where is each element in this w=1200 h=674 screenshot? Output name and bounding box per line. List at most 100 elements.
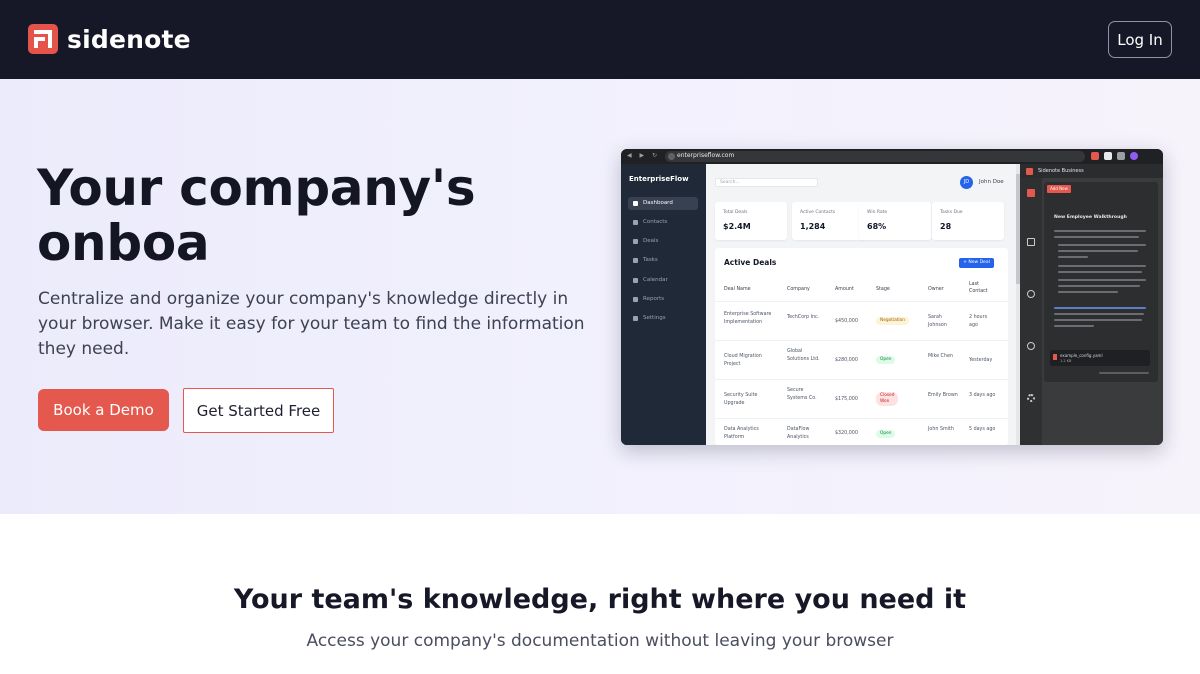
deal-name: Security Suite Upgrade	[724, 393, 758, 406]
deal-last-contact: 3 days ago	[969, 393, 996, 398]
browser-url: enterpriseflow.com	[677, 152, 735, 159]
stat-value: $2.4M	[723, 222, 751, 231]
sidenote-logo-icon	[28, 24, 58, 54]
deal-amount: $175,000	[835, 397, 858, 402]
stage-badge: Negotiation	[876, 317, 909, 325]
browser-nav-arrows-icon: ◀ ▶ ↻	[627, 152, 661, 159]
sidebar-item-tasks: Tasks	[628, 254, 698, 267]
deal-name: Data Analytics Platform	[724, 427, 759, 440]
get-started-button[interactable]: Get Started Free	[183, 388, 334, 433]
profile-icon	[1130, 152, 1138, 160]
stat-value: 68%	[867, 222, 887, 231]
deal-last-contact: Yesterday	[969, 358, 993, 363]
doc-text-line	[1054, 313, 1144, 315]
gear-icon	[1027, 394, 1035, 402]
sidenote-logo-icon	[1026, 168, 1033, 175]
side-panel-title: Sidenote Business	[1038, 168, 1084, 174]
doc-text-line	[1054, 236, 1139, 238]
sidenote-side-panel: Sidenote Business Add New New Employee W…	[1020, 164, 1163, 445]
deal-owner: Mike Chen	[928, 354, 953, 359]
doc-text-line	[1058, 244, 1146, 246]
brand-logo[interactable]: sidenote	[28, 24, 191, 54]
side-panel-icon-bar	[1020, 178, 1042, 445]
new-deal-button: + New Deal	[959, 258, 994, 268]
hero-subtitle: Centralize and organize your company's k…	[38, 289, 585, 359]
doc-text-line	[1054, 307, 1146, 309]
doc-text-line	[1058, 271, 1142, 273]
doc-text-line	[1054, 230, 1146, 232]
attachment-name: example_config.yaml	[1060, 353, 1103, 358]
notes-icon	[1027, 238, 1035, 246]
deal-last-contact: 5 days ago	[969, 427, 996, 432]
stage-badge: Open	[876, 430, 896, 438]
deal-company: DataFlow Analytics	[787, 427, 810, 440]
calendar-icon	[633, 278, 638, 283]
doc-footer-line	[1099, 372, 1149, 374]
extension-icon	[1104, 152, 1112, 160]
side-panel-header: Sidenote Business	[1020, 164, 1163, 178]
side-panel-content: Add New New Employee Walkthrough example…	[1044, 182, 1158, 382]
row-divider	[715, 379, 1008, 380]
stat-label: Total Deals	[723, 210, 748, 215]
user-avatar: JD	[960, 176, 973, 189]
brand-name: sidenote	[67, 24, 191, 54]
sidenote-icon	[1027, 189, 1035, 197]
column-header: Last Contact	[969, 282, 988, 294]
add-new-button: Add New	[1047, 185, 1071, 193]
row-divider	[715, 301, 1008, 302]
browser-toolbar: ◀ ▶ ↻ enterpriseflow.com	[621, 149, 1163, 164]
hero-title: Your company's onboa	[37, 159, 476, 272]
stage-badge: Open	[876, 356, 896, 364]
doc-text-line	[1058, 265, 1146, 267]
column-header: Stage	[876, 287, 890, 292]
doc-text-line	[1054, 319, 1142, 321]
sidenote-extension-icon	[1091, 152, 1099, 160]
attachment-card: example_config.yaml 1.2 KB	[1050, 350, 1150, 366]
stat-value: 28	[940, 222, 952, 231]
deal-amount: $450,000	[835, 319, 858, 324]
doc-heading: New Employee Walkthrough	[1054, 215, 1127, 220]
doc-text-line	[1054, 325, 1094, 327]
deal-company: Secure Systems Co.	[787, 388, 817, 401]
deals-title: Active Deals	[724, 258, 777, 267]
features-title: Your team's knowledge, right where you n…	[233, 584, 967, 615]
hero-section: Your company's onboa Centralize and orga…	[0, 79, 1200, 514]
sidebar-item-dashboard: Dashboard	[628, 197, 698, 210]
features-subtitle: Access your company's documentation with…	[306, 631, 894, 651]
deal-name: Enterprise Software Implementation	[724, 312, 772, 325]
product-screenshot: ◀ ▶ ↻ enterpriseflow.com EnterpriseFlow …	[621, 149, 1163, 445]
login-button[interactable]: Log In	[1108, 21, 1172, 58]
stat-card: Total Deals $2.4M	[715, 202, 787, 240]
stat-label: Active Contacts	[800, 210, 836, 215]
column-header: Owner	[928, 287, 944, 292]
stat-value: 1,284	[800, 222, 826, 231]
doc-text-line	[1058, 291, 1118, 293]
globe-icon	[1027, 290, 1035, 298]
app-sidebar: EnterpriseFlow Dashboard Contacts Deals …	[621, 164, 706, 445]
stat-label: Win Rate	[867, 210, 888, 215]
stage-badge: Closed Won	[876, 392, 898, 406]
row-divider	[715, 340, 1008, 341]
deal-last-contact: 2 hours ago	[969, 315, 988, 328]
deal-name: Cloud Migration Project	[724, 354, 762, 367]
top-navigation: sidenote Log In	[0, 0, 1200, 79]
file-icon	[1053, 354, 1057, 360]
extensions-puzzle-icon	[1117, 152, 1125, 160]
browser-extension-icons	[1091, 152, 1138, 160]
deal-amount: $280,000	[835, 358, 858, 363]
doc-text-line	[1058, 250, 1138, 252]
stat-card: Win Rate 68%	[859, 202, 931, 240]
sidebar-item-deals: Deals	[628, 235, 698, 248]
book-demo-button[interactable]: Book a Demo	[38, 389, 169, 431]
deal-company: Global Solutions Ltd.	[787, 349, 820, 362]
gear-icon	[633, 316, 638, 321]
deal-owner: Emily Brown	[928, 393, 958, 398]
site-info-icon	[668, 153, 675, 160]
app-brand: EnterpriseFlow	[629, 175, 689, 183]
stat-card: Active Contacts 1,284	[792, 202, 864, 240]
deal-owner: John Smith	[928, 427, 954, 432]
sidebar-item-calendar: Calendar	[628, 274, 698, 287]
users-icon	[633, 220, 638, 225]
column-header: Company	[787, 287, 810, 292]
sidebar-item-reports: Reports	[628, 293, 698, 306]
